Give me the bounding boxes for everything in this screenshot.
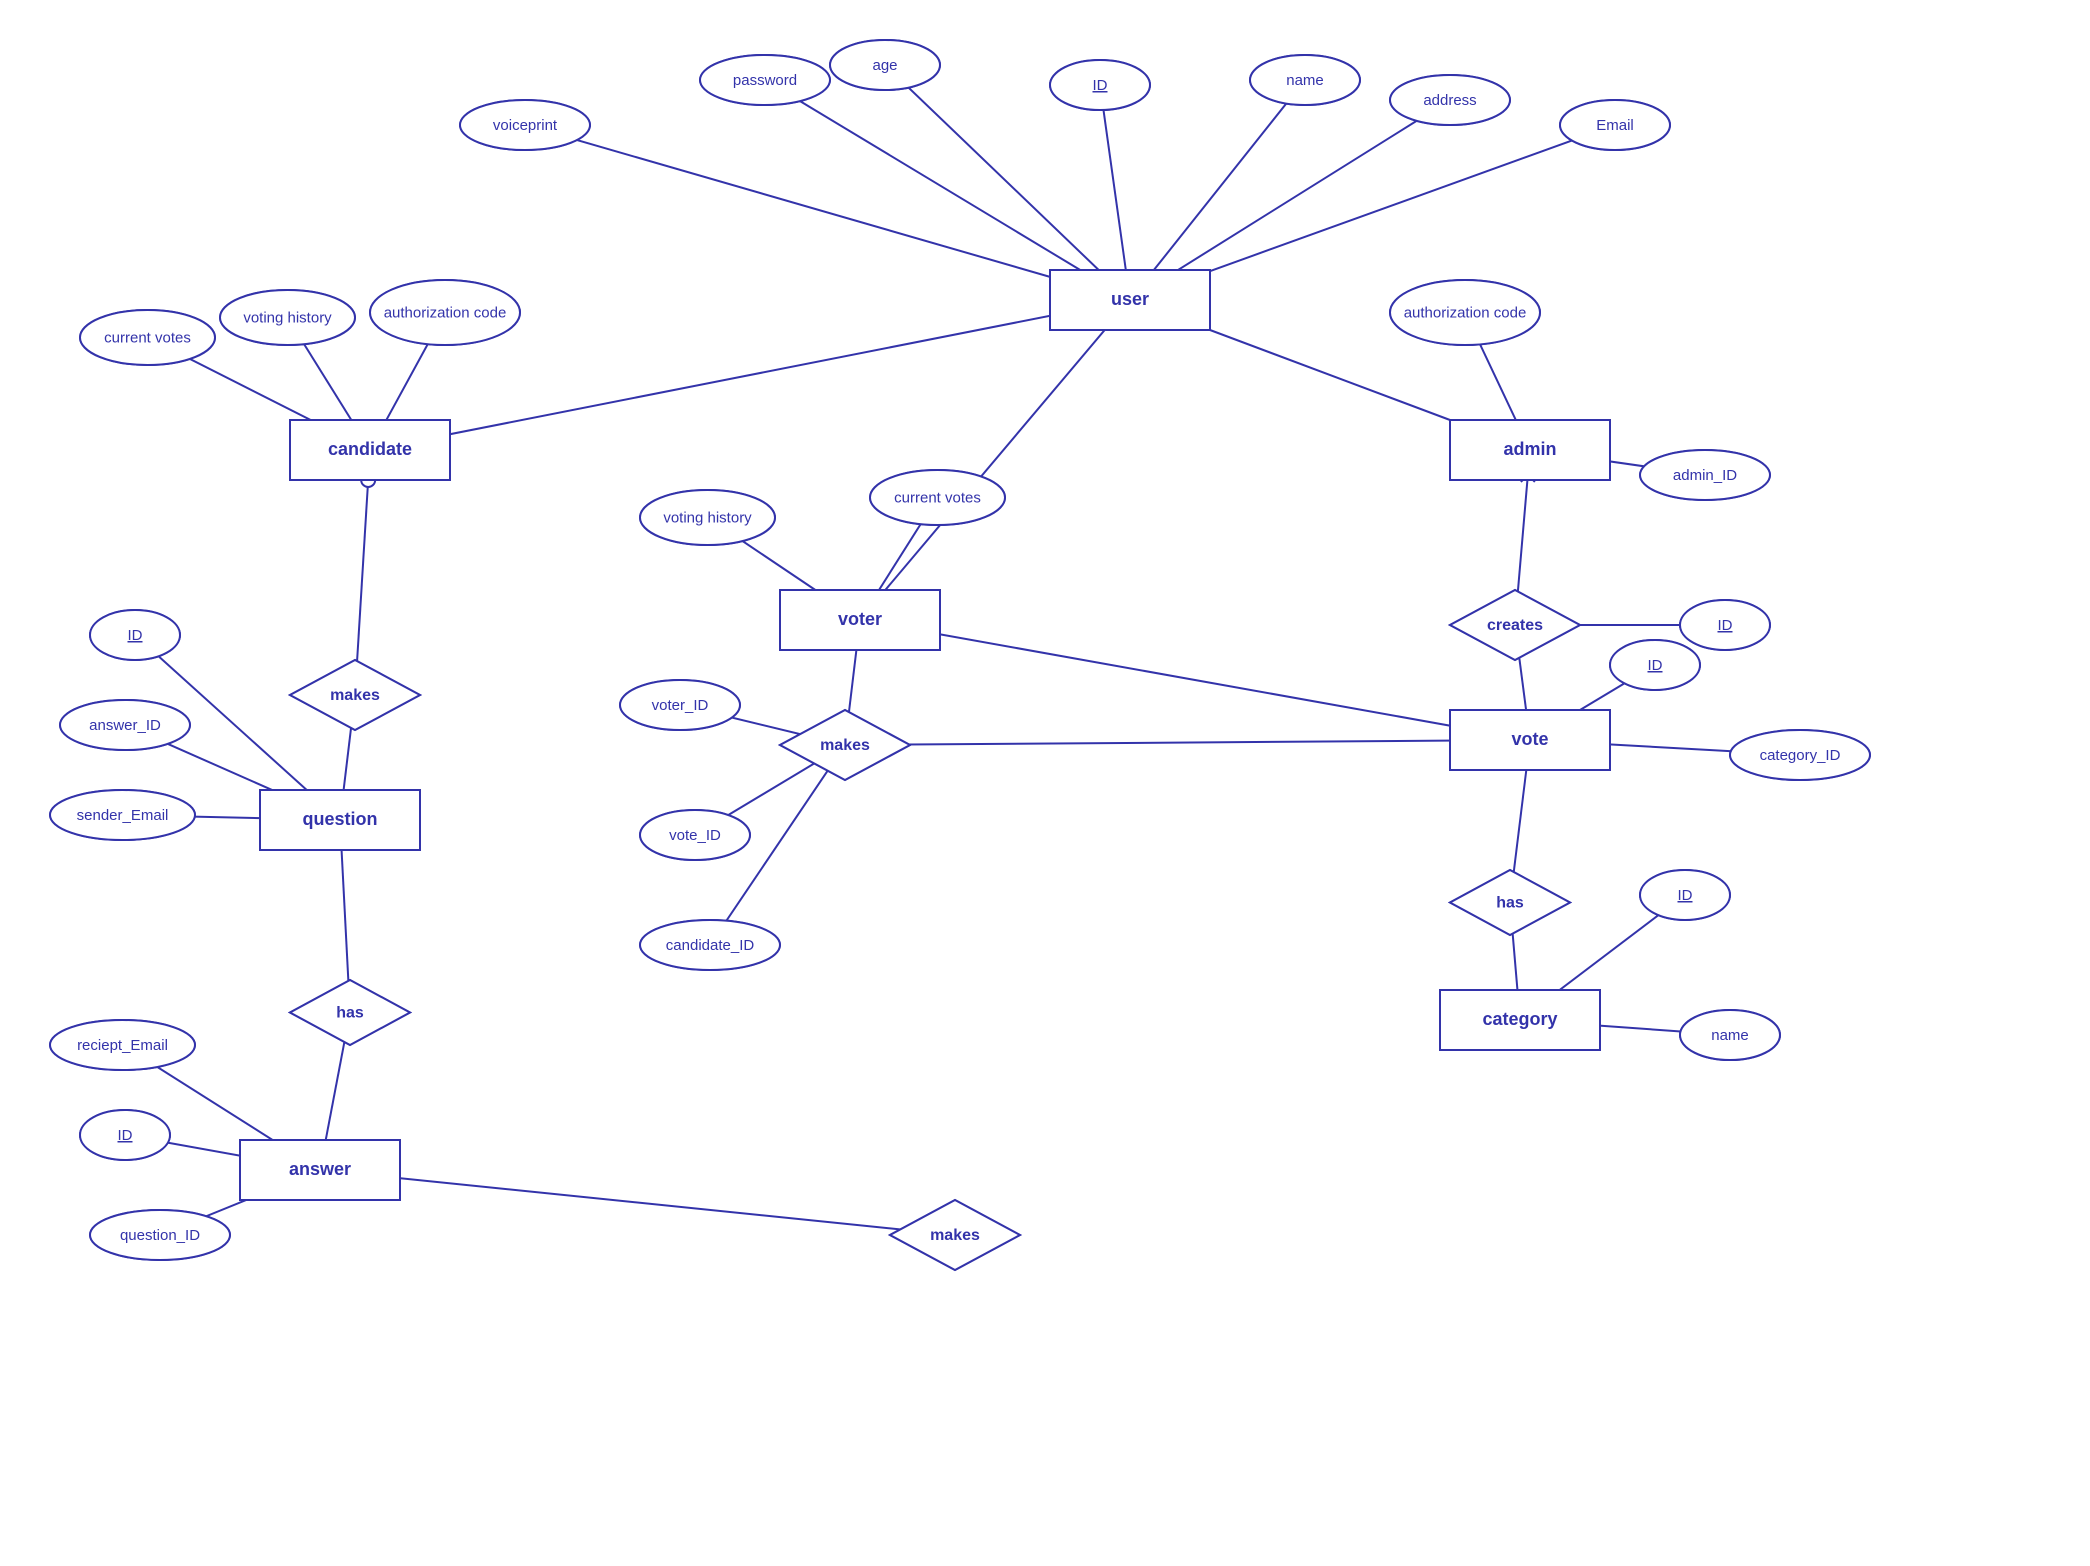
svg-text:has: has — [336, 1005, 364, 1022]
svg-text:question_ID: question_ID — [120, 1227, 200, 1244]
svg-text:category: category — [1482, 1009, 1557, 1029]
er-diagram: user candidate voter admin question answer vot… — [0, 0, 2090, 1566]
svg-text:ID: ID — [128, 627, 143, 644]
svg-text:answer: answer — [289, 1159, 351, 1179]
svg-text:name: name — [1711, 1027, 1749, 1044]
svg-text:voter: voter — [838, 609, 882, 629]
svg-text:user: user — [1111, 289, 1149, 309]
svg-text:creates: creates — [1487, 617, 1543, 634]
svg-text:makes: makes — [930, 1227, 980, 1244]
svg-text:admin_ID: admin_ID — [1673, 467, 1737, 484]
svg-text:authorization code: authorization code — [1404, 305, 1527, 322]
svg-text:category_ID: category_ID — [1760, 747, 1841, 764]
svg-text:candidate: candidate — [328, 439, 412, 459]
svg-text:current votes: current votes — [894, 490, 981, 507]
svg-text:reciept_Email: reciept_Email — [77, 1037, 168, 1054]
svg-text:ID: ID — [118, 1127, 133, 1144]
svg-text:admin: admin — [1503, 439, 1556, 459]
svg-text:ID: ID — [1718, 617, 1733, 634]
svg-text:ID: ID — [1678, 887, 1693, 904]
svg-text:vote_ID: vote_ID — [669, 827, 721, 844]
svg-text:authorization code: authorization code — [384, 305, 507, 322]
svg-text:Email: Email — [1596, 117, 1634, 134]
svg-text:makes: makes — [330, 687, 380, 704]
svg-text:sender_Email: sender_Email — [77, 807, 169, 824]
diagram-svg: user candidate voter admin question answer vot… — [0, 0, 2090, 1566]
svg-text:voiceprint: voiceprint — [493, 117, 558, 134]
svg-text:voting history: voting history — [243, 310, 332, 327]
svg-text:makes: makes — [820, 737, 870, 754]
svg-text:voter_ID: voter_ID — [652, 697, 709, 714]
svg-text:ID: ID — [1648, 657, 1663, 674]
svg-text:age: age — [872, 57, 897, 74]
svg-text:ID: ID — [1093, 77, 1108, 94]
svg-text:has: has — [1496, 895, 1524, 912]
svg-text:candidate_ID: candidate_ID — [666, 937, 755, 954]
svg-text:answer_ID: answer_ID — [89, 717, 161, 734]
svg-text:voting history: voting history — [663, 510, 752, 527]
svg-text:name: name — [1286, 72, 1324, 89]
svg-text:password: password — [733, 72, 797, 89]
svg-text:address: address — [1423, 92, 1476, 109]
svg-text:current votes: current votes — [104, 330, 191, 347]
svg-text:vote: vote — [1511, 729, 1548, 749]
svg-text:question: question — [303, 809, 378, 829]
